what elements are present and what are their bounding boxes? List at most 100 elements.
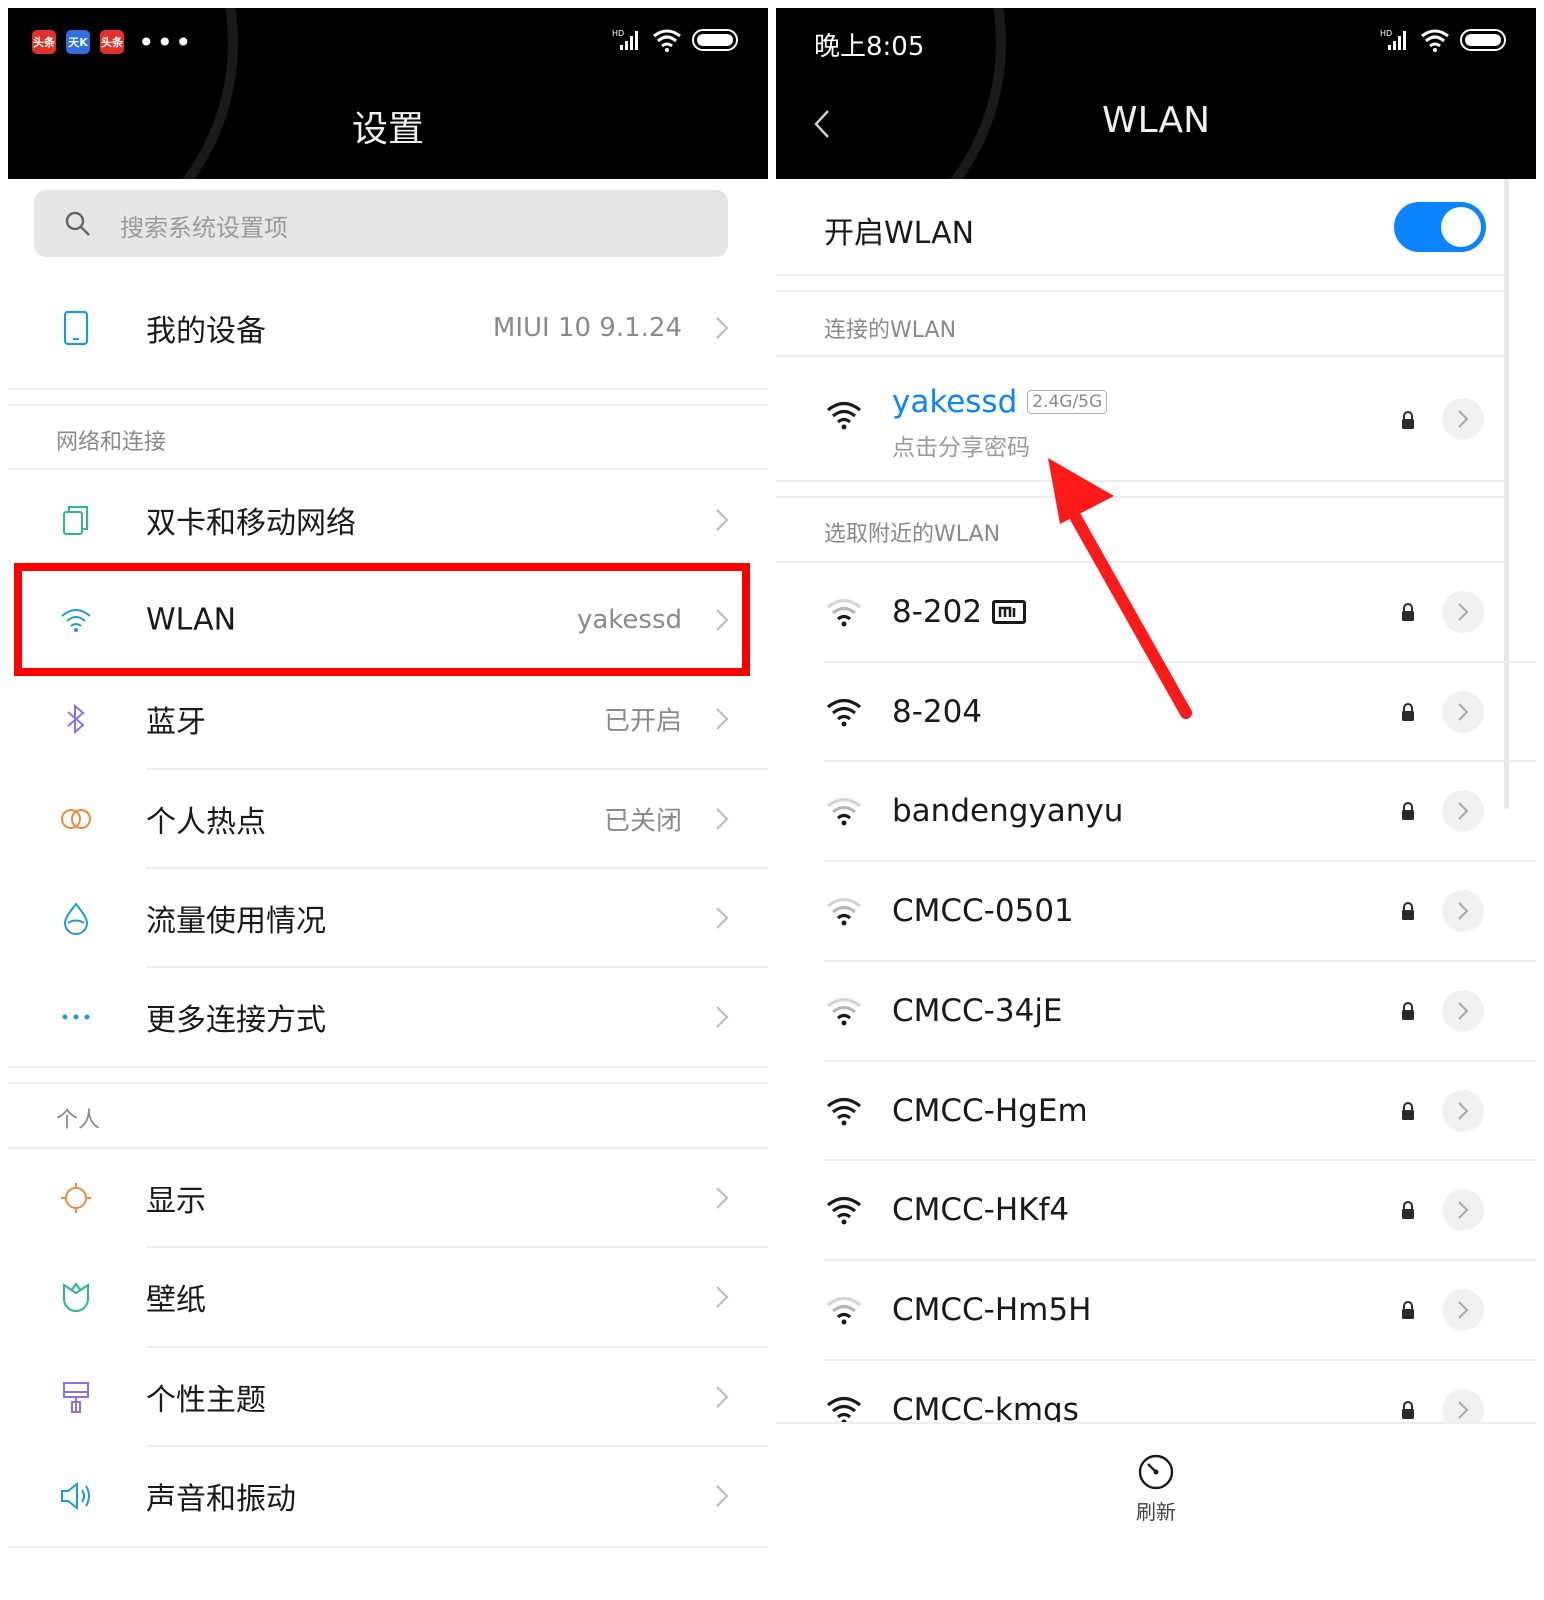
more-connections-label: 更多连接方式 (146, 1003, 326, 1038)
wallpaper-item[interactable]: 壁纸 (8, 1247, 768, 1347)
hotspot-item[interactable]: 个人热点 已关闭 (8, 769, 768, 869)
refresh-label: 刷新 (1136, 1500, 1176, 1524)
more-notifications-icon: ••• (138, 26, 194, 59)
network-ssid: CMCC-HgEm (892, 1092, 1088, 1129)
section-nearby-label: 选取附近的WLAN (824, 522, 1001, 547)
search-placeholder: 搜索系统设置项 (120, 214, 288, 242)
chevron-right-icon (1458, 702, 1469, 721)
wifi-status-icon (1421, 29, 1449, 52)
wifi-network-item[interactable]: CMCC-HgEm (776, 1061, 1536, 1161)
divider (8, 1082, 768, 1084)
svg-text:HD: HD (1380, 29, 1392, 38)
lock-icon (1402, 1001, 1414, 1020)
phone-icon (56, 308, 96, 348)
network-ssid: CMCC-Hm5H (892, 1291, 1092, 1328)
connected-ssid: yakessd (892, 384, 1018, 420)
chevron-right-icon (1458, 1201, 1469, 1219)
section-connected-label: 连接的WLAN (824, 318, 957, 343)
my-device-label: 我的设备 (146, 314, 266, 349)
network-ssid: bandengyanyu (892, 793, 1124, 830)
sun-icon (56, 1178, 96, 1218)
chevron-right-icon (716, 509, 729, 531)
chevron-right-icon (716, 1286, 729, 1308)
network-detail-button[interactable] (1442, 790, 1484, 833)
settings-screen: 头条 天K 头条 ••• HD 设置 搜索系统设置项 我的设备 MIUI 10 … (8, 8, 768, 1592)
divider (776, 274, 1504, 276)
themes-item[interactable]: 个性主题 (8, 1347, 768, 1447)
mi-router-icon (992, 600, 1027, 624)
network-detail-button[interactable] (1442, 1189, 1484, 1232)
divider (8, 1546, 768, 1548)
chevron-right-icon (716, 907, 729, 929)
wifi-network-item[interactable]: CMCC-0501 (776, 861, 1536, 961)
bluetooth-status: 已开启 (603, 706, 682, 737)
battery-icon (692, 29, 738, 51)
hotspot-label: 个人热点 (146, 805, 266, 840)
chevron-right-icon (1458, 1400, 1469, 1419)
refresh-icon (1138, 1454, 1174, 1490)
more-connections-item[interactable]: 更多连接方式 (8, 967, 768, 1067)
chevron-right-icon (1458, 1002, 1469, 1020)
wifi-network-item[interactable]: CMCC-Hm5H (776, 1260, 1536, 1360)
news-app-icon-2: 头条 (100, 30, 124, 54)
network-detail-button[interactable] (1442, 591, 1484, 633)
chevron-right-icon (1458, 603, 1469, 621)
wlan-toggle[interactable] (1394, 202, 1486, 252)
network-detail-button[interactable] (1442, 1288, 1484, 1331)
data-usage-item[interactable]: 流量使用情况 (8, 868, 768, 968)
wlan-header: 晚上8:05 HD WLAN (776, 8, 1536, 179)
display-item[interactable]: 显示 (8, 1148, 768, 1248)
wallpaper-label: 壁纸 (146, 1283, 206, 1318)
chevron-right-icon (716, 317, 729, 339)
wlan-screen: 晚上8:05 HD WLAN 开启WLAN 连接的WLAN yakessd 2.… (776, 8, 1536, 1592)
dual-sim-label: 双卡和移动网络 (146, 506, 356, 541)
network-ssid: CMCC-0501 (892, 893, 1074, 930)
dual-sim-item[interactable]: 双卡和移动网络 (8, 470, 768, 570)
network-detail-button[interactable] (1442, 690, 1484, 733)
network-detail-button[interactable] (1442, 1089, 1484, 1132)
data-usage-label: 流量使用情况 (146, 904, 326, 939)
wifi-network-item[interactable]: bandengyanyu (776, 761, 1536, 861)
more-dots-icon (56, 997, 96, 1037)
wifi-signal-strong-icon (826, 401, 862, 430)
my-device-version: MIUI 10 9.1.24 (492, 313, 682, 343)
wifi-signal-strong-icon (826, 1396, 862, 1425)
sound-item[interactable]: 声音和振动 (8, 1446, 768, 1546)
wlan-toggle-label: 开启WLAN (824, 216, 975, 251)
settings-header: 头条 天K 头条 ••• HD 设置 (8, 8, 768, 179)
bluetooth-item[interactable]: 蓝牙 已开启 (8, 669, 768, 769)
band-badge: 2.4G/5G (1027, 390, 1108, 414)
network-detail-button[interactable] (1442, 890, 1484, 933)
wlan-highlight-box (14, 563, 750, 676)
signal-icon: HD (1380, 29, 1406, 50)
network-detail-button[interactable] (1442, 398, 1484, 440)
hotspot-icon (56, 799, 96, 839)
network-ssid: CMCC-HKf4 (892, 1192, 1070, 1229)
chevron-right-icon (716, 1006, 729, 1028)
divider (776, 290, 1504, 292)
bottom-bar: 刷新 (776, 1422, 1536, 1592)
wifi-signal-strong-icon (826, 1197, 862, 1225)
bluetooth-label: 蓝牙 (146, 705, 206, 740)
display-label: 显示 (146, 1184, 206, 1219)
share-password-hint[interactable]: 点击分享密码 (892, 428, 1030, 462)
wifi-signal-weak-icon (826, 798, 862, 826)
chevron-right-icon (1458, 902, 1469, 920)
settings-search-bar[interactable]: 搜索系统设置项 (34, 190, 728, 257)
network-detail-button[interactable] (1442, 989, 1484, 1032)
my-device-item[interactable]: 我的设备 MIUI 10 9.1.24 (8, 278, 768, 378)
wifi-signal-strong-icon (826, 698, 862, 727)
wifi-network-item[interactable]: CMCC-34jE (776, 961, 1536, 1061)
refresh-button[interactable]: 刷新 (1116, 1452, 1196, 1542)
chevron-right-icon (1458, 1101, 1469, 1120)
chevron-right-icon (1458, 1301, 1469, 1319)
section-network-label: 网络和连接 (56, 430, 167, 455)
lock-icon (1402, 1300, 1414, 1319)
toggle-knob (1441, 207, 1481, 247)
wifi-network-item[interactable]: CMCC-HKf4 (776, 1160, 1536, 1260)
section-personal-label: 个人 (56, 1108, 101, 1133)
network-ssid: 8-202 (892, 594, 983, 630)
status-bar: 晚上8:05 HD (776, 8, 1536, 78)
wifi-signal-weak-icon (826, 898, 862, 926)
sound-label: 声音和振动 (146, 1482, 296, 1517)
